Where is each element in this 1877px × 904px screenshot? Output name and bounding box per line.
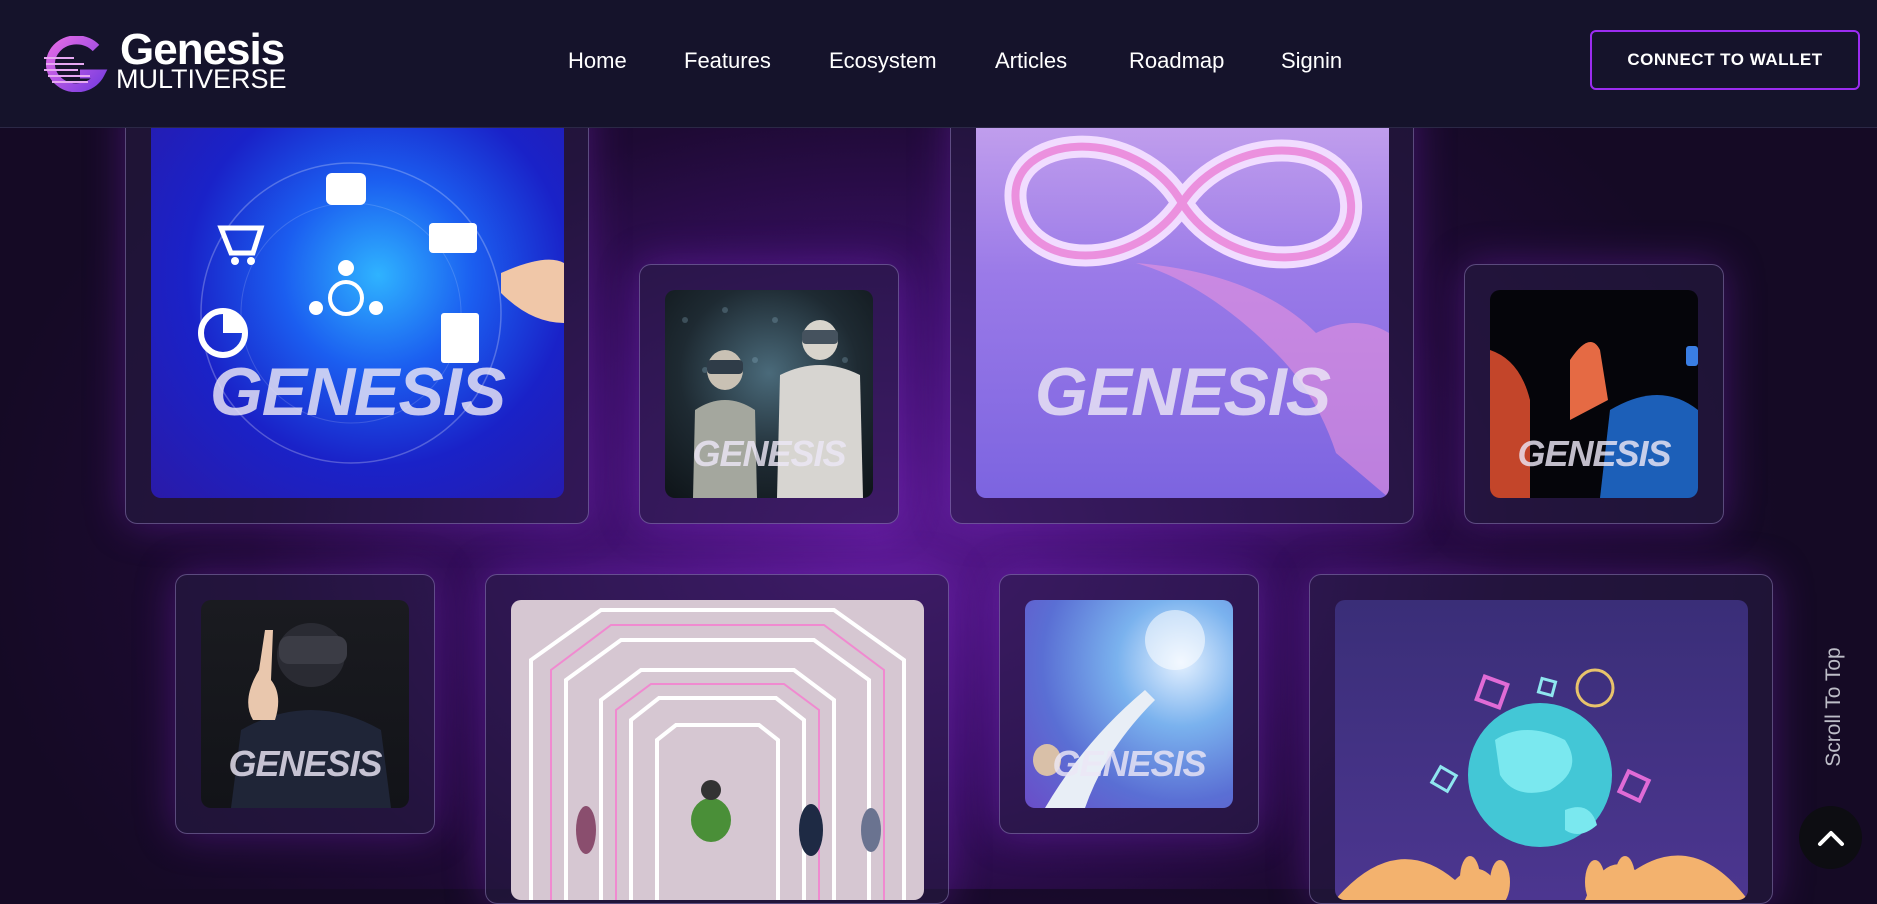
genesis-watermark: GENESIS [228,743,382,784]
nav-features[interactable]: Features [684,44,771,78]
gallery-card[interactable]: GENESIS [999,574,1259,834]
gallery-image-hand-globe: GENESIS [1025,600,1233,808]
finance-icons-illustration [198,162,564,464]
chevron-up-icon [1817,830,1844,846]
genesis-watermark: GENESIS [1517,433,1671,474]
nav-signin[interactable]: Signin [1281,44,1342,78]
genesis-watermark: GENESIS [692,433,846,474]
genesis-watermark: GENESIS [209,354,506,430]
gallery-card[interactable]: GENESIS [950,92,1414,524]
nav-roadmap[interactable]: Roadmap [1129,44,1224,78]
nav-ecosystem[interactable]: Ecosystem [829,44,937,78]
gallery-image-hands-globe [1335,600,1748,900]
neon-tunnel-illustration [529,608,906,900]
gallery-card[interactable]: GENESIS [639,264,899,524]
gallery-image-vr-pointing: GENESIS [201,600,409,808]
site-header: Genesis MULTIVERSE Home Features Ecosyst… [0,0,1877,128]
connect-wallet-button[interactable]: CONNECT TO WALLET [1590,30,1860,90]
hands-globe-illustration [1335,668,1748,900]
nav-articles[interactable]: Articles [995,44,1067,78]
gallery-image-neon-tunnel [511,600,924,900]
nav-home[interactable]: Home [568,44,627,78]
genesis-watermark: GENESIS [1034,354,1331,430]
genesis-watermark: GENESIS [1052,743,1206,784]
gallery-image-vr-hologram: GENESIS [665,290,873,498]
scroll-to-top-button[interactable] [1799,806,1862,869]
scroll-to-top-label[interactable]: Scroll To Top [1815,645,1845,775]
gallery-image-digital-finance: GENESIS [151,93,564,498]
gallery-card[interactable]: GENESIS [175,574,435,834]
gallery-card[interactable] [485,574,949,904]
gallery-image-vr-neon: GENESIS [1490,290,1698,498]
gallery-card[interactable] [1309,574,1773,904]
gallery-card[interactable]: GENESIS [1464,264,1724,524]
gallery-image-infinity: GENESIS [976,93,1389,498]
gallery-card[interactable]: GENESIS [125,92,589,524]
infinity-illustration [1004,135,1389,498]
